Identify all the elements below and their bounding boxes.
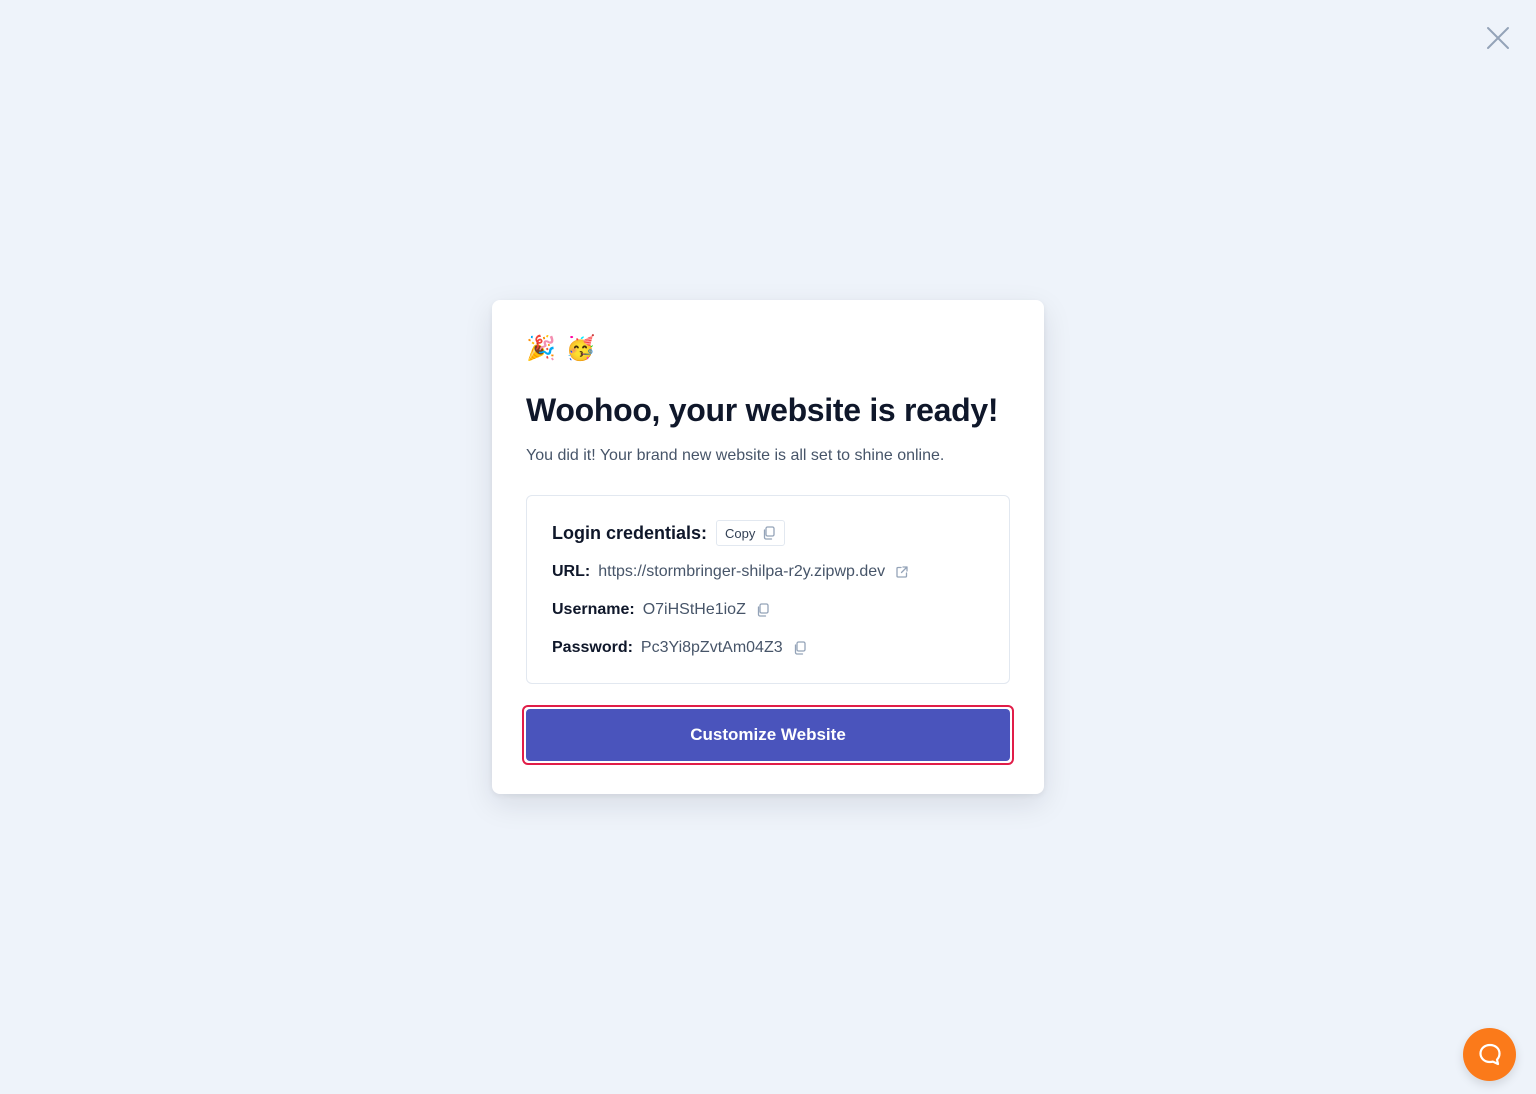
external-link-icon[interactable]: [895, 565, 909, 579]
url-row: URL: https://stormbringer-shilpa-r2y.zip…: [552, 563, 909, 581]
party-popper-icon: 🎉: [526, 335, 556, 362]
partying-face-icon: 🥳: [565, 335, 596, 362]
password-label: Password:: [552, 639, 633, 656]
help-chat-button[interactable]: [1463, 1028, 1516, 1081]
credentials-header: Login credentials: Copy: [552, 520, 786, 546]
password-value: Pc3Yi8pZvtAm04Z3: [640, 639, 783, 656]
copy-username-icon[interactable]: [756, 603, 770, 617]
credentials-heading: Login credentials:: [552, 522, 708, 543]
url-label: URL:: [552, 563, 591, 580]
success-modal: 🎉 🥳 Woohoo, your website is ready! You d…: [492, 300, 1044, 794]
copy-credentials-button[interactable]: Copy: [716, 520, 786, 546]
password-row: Password: Pc3Yi8pZvtAm04Z3: [552, 639, 807, 657]
customize-website-button[interactable]: Customize Website: [526, 709, 1010, 761]
copy-button-label: Copy: [725, 525, 756, 541]
username-label: Username:: [552, 601, 635, 618]
close-x-icon: [1487, 27, 1509, 49]
copy-icon: [764, 526, 776, 540]
copy-password-icon[interactable]: [793, 641, 807, 655]
modal-subtitle: You did it! Your brand new website is al…: [526, 447, 945, 464]
customize-button-focus-ring: Customize Website: [522, 705, 1014, 765]
modal-title: Woohoo, your website is ready!: [526, 392, 999, 428]
chat-bubble-icon: [1478, 1043, 1501, 1065]
celebration-emojis: 🎉 🥳: [526, 334, 596, 364]
username-value: O7iHStHe1ioZ: [642, 601, 746, 618]
url-value[interactable]: https://stormbringer-shilpa-r2y.zipwp.de…: [598, 563, 885, 581]
username-row: Username: O7iHStHe1ioZ: [552, 601, 770, 619]
login-credentials-box: Login credentials: Copy URL: https://sto…: [526, 495, 1010, 684]
close-button[interactable]: [1484, 24, 1512, 52]
